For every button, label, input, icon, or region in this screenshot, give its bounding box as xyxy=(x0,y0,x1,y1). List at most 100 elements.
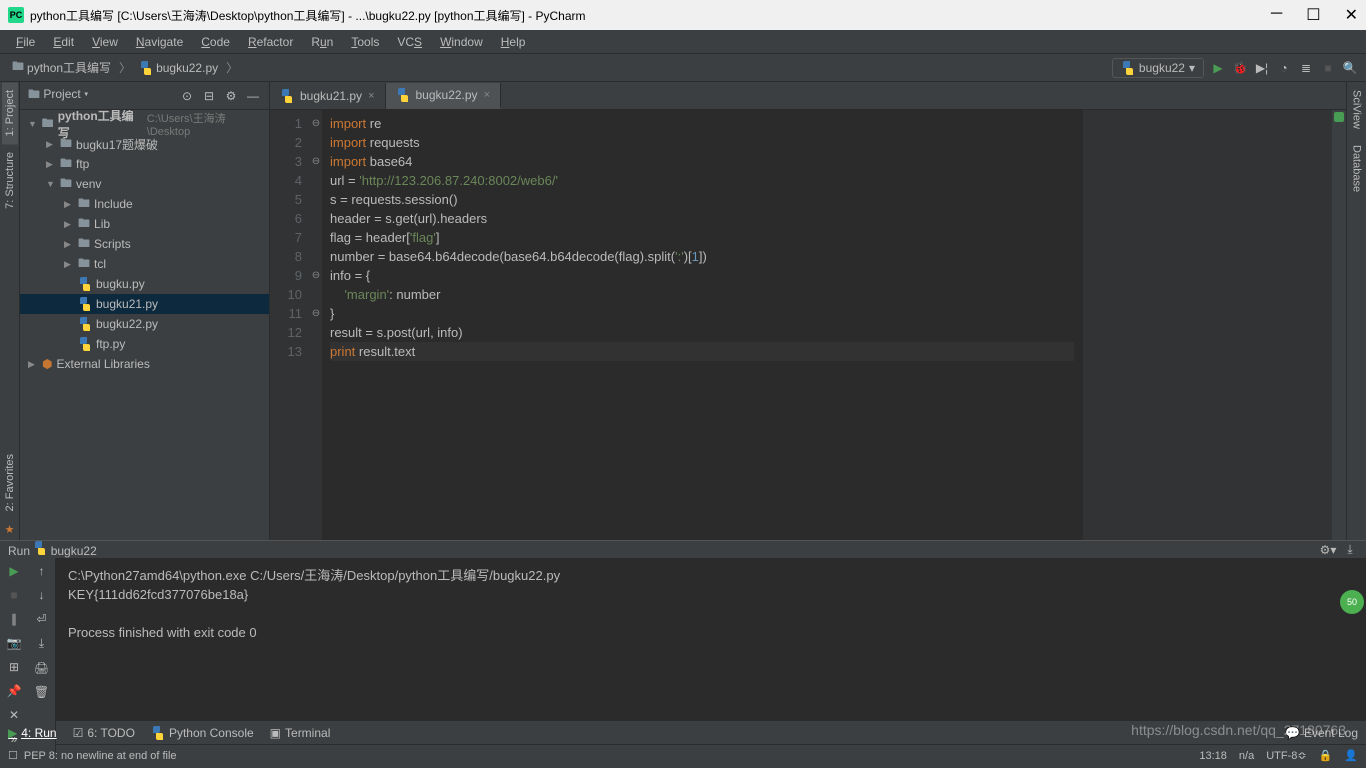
tree-item[interactable]: ▼🖿venv xyxy=(20,174,269,194)
breadcrumb-separator: 〉 xyxy=(226,59,238,76)
gear-icon[interactable]: ⚙▾ xyxy=(1320,542,1336,558)
run-coverage-button[interactable]: ▶¦ xyxy=(1254,60,1270,76)
tree-item[interactable]: ▶🖿ftp xyxy=(20,154,269,174)
tree-item[interactable]: ftp.py xyxy=(20,334,269,354)
concurrency-button[interactable]: ≣ xyxy=(1298,60,1314,76)
bottom-tab-todo[interactable]: ☑ 6: TODO xyxy=(73,726,135,740)
file-encoding[interactable]: UTF-8≎ xyxy=(1266,749,1306,762)
left-tool-strip: 1: Project 7: Structure 2: Favorites ★ xyxy=(0,82,20,540)
breadcrumb-file[interactable]: bugku22.py xyxy=(135,59,222,77)
pause-button[interactable]: ∥ xyxy=(11,612,17,626)
tree-external-libs[interactable]: ▶ ⬢ External Libraries xyxy=(20,354,269,374)
menu-code[interactable]: Code xyxy=(193,33,238,51)
menu-vcs[interactable]: VCS xyxy=(389,33,430,51)
scroll-end-button[interactable]: ⤓ xyxy=(39,636,44,651)
error-stripe[interactable] xyxy=(1332,110,1346,540)
tree-root[interactable]: ▼ 🖿 python工具编写 C:\Users\王海涛\Desktop xyxy=(20,114,269,134)
breadcrumb-root[interactable]: 🖿 python工具编写 xyxy=(8,55,115,80)
minimize-button[interactable]: ─ xyxy=(1271,5,1282,25)
tree-item[interactable]: ▶🖿Lib xyxy=(20,214,269,234)
stop-button[interactable]: ■ xyxy=(10,588,17,602)
tool-tab-database[interactable]: Database xyxy=(1349,137,1365,200)
close-icon[interactable]: × xyxy=(484,89,490,101)
tool-tab-favorites[interactable]: 2: Favorites xyxy=(2,446,18,519)
editor-tabs: bugku21.py×bugku22.py× xyxy=(270,82,1346,110)
hide-icon[interactable]: — xyxy=(245,88,261,104)
clear-button[interactable]: 🗑 xyxy=(34,685,49,699)
menubar: File Edit View Navigate Code Refactor Ru… xyxy=(0,30,1366,54)
status-message: PEP 8: no newline at end of file xyxy=(24,750,177,762)
cursor-position[interactable]: 13:18 xyxy=(1199,750,1227,762)
python-icon xyxy=(139,61,153,75)
scroll-from-source-icon[interactable]: ⊙ xyxy=(179,88,195,104)
debug-button[interactable]: 🐞 xyxy=(1232,60,1248,76)
down-stack-button[interactable]: ↓ xyxy=(39,588,45,602)
breadcrumb: 🖿 python工具编写 〉 bugku22.py 〉 xyxy=(8,55,238,80)
tool-tab-structure[interactable]: 7: Structure xyxy=(2,144,18,217)
menu-file[interactable]: File xyxy=(8,33,43,51)
line-separator[interactable]: n/a xyxy=(1239,750,1254,762)
run-panel: Run bugku22 ⚙▾ ⤓ ▶ ■ ∥ 📷 ⊞ 📌 ✕ » ↑ ↓ ⏎ ⤓… xyxy=(0,540,1366,720)
right-tool-strip: SciView Database xyxy=(1346,82,1366,540)
menu-edit[interactable]: Edit xyxy=(45,33,82,51)
run-button[interactable]: ▶ xyxy=(1210,60,1226,76)
inspection-ok-icon xyxy=(1334,112,1344,122)
dump-threads-button[interactable]: 📷 xyxy=(7,636,22,650)
bottom-tab-python-console[interactable]: Python Console xyxy=(151,726,254,740)
soft-wrap-button[interactable]: ⏎ xyxy=(36,612,46,626)
profile-button[interactable]: ◔ xyxy=(1276,60,1292,76)
rerun-button[interactable]: ▶ xyxy=(9,564,18,578)
pycharm-icon: PC xyxy=(8,7,24,23)
maximize-button[interactable]: ☐ xyxy=(1306,5,1320,25)
hector-icon[interactable]: 👤 xyxy=(1344,749,1358,762)
gear-icon[interactable]: ⚙ xyxy=(223,88,239,104)
search-everywhere-button[interactable]: 🔍 xyxy=(1342,60,1358,76)
chevron-down-icon: ▾ xyxy=(1189,61,1195,75)
navbar: 🖿 python工具编写 〉 bugku22.py 〉 bugku22 ▾ ▶ … xyxy=(0,54,1366,82)
tool-tab-project[interactable]: 1: Project xyxy=(2,82,18,144)
editor-tab[interactable]: bugku21.py× xyxy=(270,83,386,109)
print-button[interactable]: 🖨 xyxy=(34,661,49,675)
code-editor[interactable]: 12345678910111213 ⊖⊖⊖⊖ import reimport r… xyxy=(270,110,1346,540)
right-margin xyxy=(1082,110,1332,540)
menu-tools[interactable]: Tools xyxy=(343,33,387,51)
bottom-tab-terminal[interactable]: ▣ Terminal xyxy=(270,726,331,740)
window-title: python工具编写 [C:\Users\王海涛\Desktop\python工… xyxy=(30,7,586,24)
breadcrumb-separator: 〉 xyxy=(119,59,131,76)
menu-window[interactable]: Window xyxy=(432,33,491,51)
close-icon[interactable]: × xyxy=(368,90,374,102)
tree-item[interactable]: bugku.py xyxy=(20,274,269,294)
run-toolbar-1: ▶ ■ ∥ 📷 ⊞ 📌 ✕ » xyxy=(0,558,28,752)
up-stack-button[interactable]: ↑ xyxy=(39,564,45,578)
menu-refactor[interactable]: Refactor xyxy=(240,33,301,51)
fold-gutter: ⊖⊖⊖⊖ xyxy=(310,110,322,540)
editor-area: bugku21.py×bugku22.py× 12345678910111213… xyxy=(270,82,1346,540)
close-button[interactable]: ✕ xyxy=(1345,5,1358,25)
promo-badge[interactable]: 50 xyxy=(1340,590,1364,614)
restore-layout-button[interactable]: ⊞ xyxy=(9,660,19,674)
close-button[interactable]: ✕ xyxy=(9,708,19,722)
python-icon xyxy=(1121,61,1135,75)
project-panel: 🖿 Project ▾ ⊙ ⊟ ⚙ — ▼ 🖿 python工具编写 C:\Us… xyxy=(20,82,270,540)
menu-navigate[interactable]: Navigate xyxy=(128,33,191,51)
tree-item[interactable]: bugku22.py xyxy=(20,314,269,334)
status-icon[interactable]: ☐ xyxy=(8,749,18,762)
pin-button[interactable]: 📌 xyxy=(7,684,22,698)
tool-tab-sciview[interactable]: SciView xyxy=(1349,82,1365,137)
tree-item[interactable]: ▶🖿tcl xyxy=(20,254,269,274)
project-tree[interactable]: ▼ 🖿 python工具编写 C:\Users\王海涛\Desktop ▶🖿bu… xyxy=(20,110,269,540)
tree-item[interactable]: bugku21.py xyxy=(20,294,269,314)
collapse-all-icon[interactable]: ⊟ xyxy=(201,88,217,104)
stop-button[interactable]: ■ xyxy=(1320,60,1336,76)
run-config-selector[interactable]: bugku22 ▾ xyxy=(1112,58,1204,78)
tree-item[interactable]: ▶🖿Include xyxy=(20,194,269,214)
tree-item[interactable]: ▶🖿Scripts xyxy=(20,234,269,254)
lock-icon[interactable]: 🔒 xyxy=(1319,749,1333,762)
menu-view[interactable]: View xyxy=(84,33,126,51)
menu-run[interactable]: Run xyxy=(303,33,341,51)
bottom-tab-run[interactable]: ▶ 4: Run xyxy=(8,726,57,740)
menu-help[interactable]: Help xyxy=(493,33,534,51)
titlebar: PC python工具编写 [C:\Users\王海涛\Desktop\pyth… xyxy=(0,0,1366,30)
download-icon[interactable]: ⤓ xyxy=(1342,542,1358,558)
editor-tab[interactable]: bugku22.py× xyxy=(386,83,502,109)
